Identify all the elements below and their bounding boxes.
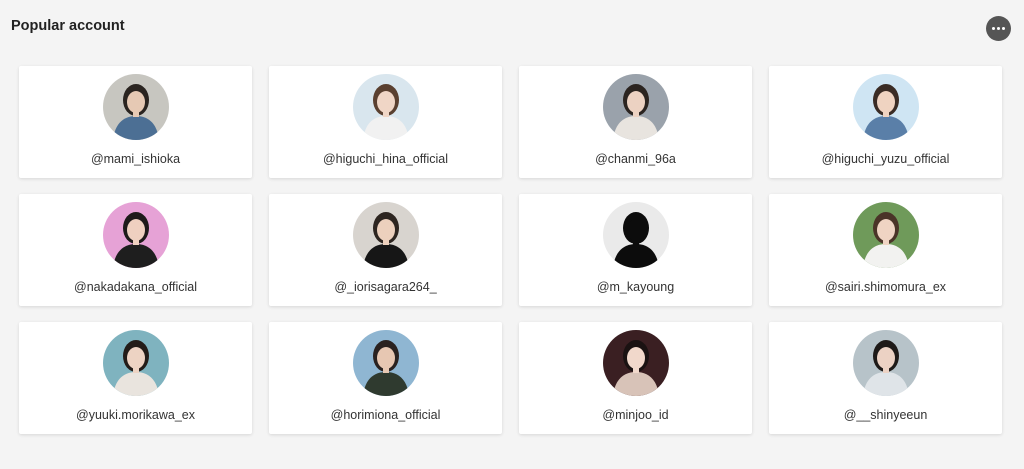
account-handle[interactable]: @horimiona_official	[269, 408, 502, 422]
avatar[interactable]	[102, 202, 169, 268]
avatar[interactable]	[602, 330, 669, 396]
account-handle[interactable]: @higuchi_hina_official	[269, 152, 502, 166]
account-card[interactable]: @higuchi_yuzu_official	[769, 66, 1002, 178]
account-grid: @mami_ishioka @higuchi_hina_official @chan…	[19, 66, 1002, 434]
account-card[interactable]: @m_kayoung	[519, 194, 752, 306]
account-card[interactable]: @chanmi_96a	[519, 66, 752, 178]
account-card[interactable]: @sairi.shimomura_ex	[769, 194, 1002, 306]
account-handle[interactable]: @sairi.shimomura_ex	[769, 280, 1002, 294]
account-card[interactable]: @yuuki.morikawa_ex	[19, 322, 252, 434]
account-card[interactable]: @higuchi_hina_official	[269, 66, 502, 178]
account-handle[interactable]: @minjoo_id	[519, 408, 752, 422]
account-card[interactable]: @_iorisagara264_	[269, 194, 502, 306]
account-handle[interactable]: @chanmi_96a	[519, 152, 752, 166]
popular-account-section: Popular account @mami_ishioka @higuchi_hi…	[0, 0, 1024, 469]
avatar[interactable]	[852, 74, 919, 140]
avatar[interactable]	[352, 74, 419, 140]
avatar[interactable]	[352, 330, 419, 396]
avatar[interactable]	[352, 202, 419, 268]
avatar[interactable]	[102, 74, 169, 140]
account-card[interactable]: @horimiona_official	[269, 322, 502, 434]
avatar[interactable]	[602, 74, 669, 140]
account-handle[interactable]: @m_kayoung	[519, 280, 752, 294]
more-options-button[interactable]	[986, 16, 1011, 41]
account-handle[interactable]: @mami_ishioka	[19, 152, 252, 166]
account-card[interactable]: @__shinyeeun	[769, 322, 1002, 434]
avatar[interactable]	[852, 202, 919, 268]
account-card[interactable]: @minjoo_id	[519, 322, 752, 434]
account-handle[interactable]: @nakadakana_official	[19, 280, 252, 294]
section-title: Popular account	[11, 18, 125, 34]
account-handle[interactable]: @yuuki.morikawa_ex	[19, 408, 252, 422]
account-handle[interactable]: @_iorisagara264_	[269, 280, 502, 294]
avatar[interactable]	[102, 330, 169, 396]
account-handle[interactable]: @higuchi_yuzu_official	[769, 152, 1002, 166]
more-horizontal-icon	[992, 27, 1005, 30]
account-card[interactable]: @nakadakana_official	[19, 194, 252, 306]
account-handle[interactable]: @__shinyeeun	[769, 408, 1002, 422]
avatar[interactable]	[852, 330, 919, 396]
account-card[interactable]: @mami_ishioka	[19, 66, 252, 178]
avatar[interactable]	[602, 202, 669, 268]
